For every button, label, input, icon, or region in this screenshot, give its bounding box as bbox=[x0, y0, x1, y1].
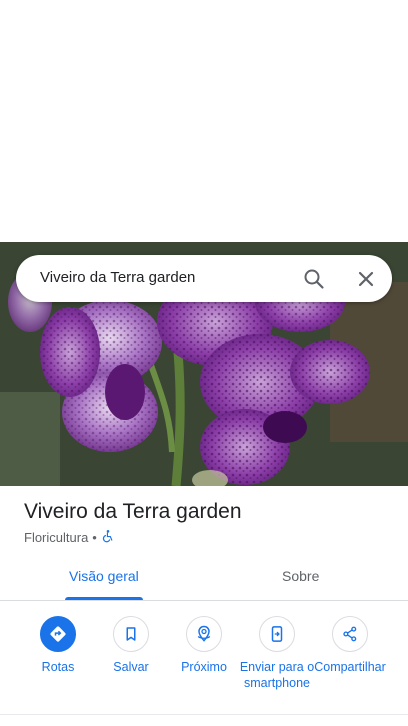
search-input[interactable]: Viveiro da Terra garden bbox=[40, 269, 195, 286]
send-to-phone-button[interactable]: Enviar para o smartphone bbox=[239, 616, 315, 691]
nearby-label: Próximo bbox=[181, 660, 227, 674]
directions-icon bbox=[40, 616, 76, 652]
save-label: Salvar bbox=[113, 660, 149, 674]
share-icon bbox=[332, 616, 368, 652]
separator-dot: • bbox=[92, 530, 97, 545]
directions-label: Rotas bbox=[41, 660, 75, 674]
search-icon[interactable] bbox=[302, 267, 326, 291]
tab-overview[interactable]: Visão geral bbox=[69, 568, 139, 584]
send-to-phone-icon bbox=[259, 616, 295, 652]
share-label: Compartilhar bbox=[314, 660, 386, 674]
divider bbox=[0, 714, 408, 715]
bookmark-icon bbox=[113, 616, 149, 652]
place-title: Viveiro da Terra garden bbox=[24, 500, 242, 523]
tab-bar: Visão geral Sobre bbox=[0, 554, 408, 601]
action-bar: Rotas Salvar Próximo Enviar para o smart… bbox=[0, 600, 408, 714]
tab-about[interactable]: Sobre bbox=[282, 568, 319, 584]
share-button[interactable]: Compartilhar bbox=[312, 616, 388, 675]
wheelchair-accessible-icon bbox=[101, 529, 115, 546]
place-category: Floricultura bbox=[24, 530, 89, 545]
save-button[interactable]: Salvar bbox=[93, 616, 169, 675]
nearby-icon bbox=[186, 616, 222, 652]
nearby-button[interactable]: Próximo bbox=[166, 616, 242, 675]
place-subtitle: Floricultura • bbox=[24, 529, 115, 546]
send-to-phone-label: Enviar para o smartphone bbox=[239, 660, 315, 690]
search-bar[interactable]: Viveiro da Terra garden bbox=[16, 255, 392, 302]
close-icon[interactable] bbox=[354, 267, 378, 291]
directions-button[interactable]: Rotas bbox=[20, 616, 96, 675]
